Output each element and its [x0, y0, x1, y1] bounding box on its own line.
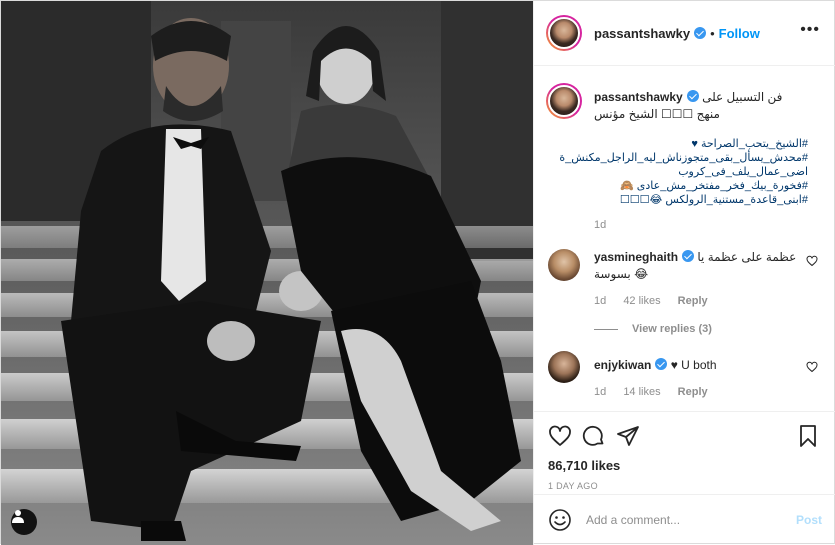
caption-avatar[interactable] [546, 83, 582, 119]
caption: passantshawky فن التسبيل على منهج ☐☐☐ ال… [546, 83, 820, 231]
comment-item: enjykiwan ♥ U both 1d 14 likes Reply [546, 349, 820, 398]
hashtag-line[interactable]: #الشيخ_يتحب_الصراحة ♥ [594, 137, 808, 151]
view-replies-label: View replies (3) [632, 323, 712, 335]
post-actions: 86,710 likes 1 DAY AGO [534, 411, 835, 491]
like-heart-icon[interactable] [548, 424, 572, 448]
person-icon [12, 510, 24, 523]
comment-likes[interactable]: 42 likes [623, 295, 660, 307]
view-replies-button[interactable]: View replies (3) [594, 323, 820, 335]
comment-username[interactable]: enjykiwan [594, 358, 651, 372]
comment-like-heart-icon[interactable] [806, 255, 818, 270]
paper-plane-icon[interactable] [616, 424, 640, 448]
comments-list[interactable]: passantshawky فن التسبيل على منهج ☐☐☐ ال… [534, 67, 835, 411]
comment-text: ♥ U both [670, 358, 717, 372]
comment-like-heart-icon[interactable] [806, 361, 818, 376]
post-timestamp[interactable]: 1 DAY AGO [548, 481, 820, 491]
reply-button[interactable]: Reply [678, 295, 708, 307]
header-separator: • [710, 25, 715, 41]
post-side-panel: passantshawky • Follow ••• passantshawky… [533, 1, 835, 545]
photo-illustration [1, 1, 533, 545]
add-comment-bar: Post [534, 494, 835, 545]
reply-button[interactable]: Reply [678, 386, 708, 398]
comment-input[interactable] [586, 513, 796, 527]
more-options-icon[interactable]: ••• [800, 22, 820, 38]
comment-username[interactable]: yasmineghaith [594, 250, 678, 264]
post-header: passantshawky • Follow ••• [534, 1, 835, 66]
post-comment-button[interactable]: Post [796, 513, 822, 527]
instagram-post: passantshawky • Follow ••• passantshawky… [0, 0, 835, 545]
user-tag-button[interactable] [11, 509, 37, 535]
caption-username[interactable]: passantshawky [594, 90, 683, 104]
commenter-avatar[interactable] [548, 249, 580, 281]
follow-button[interactable]: Follow [719, 26, 760, 41]
comment-item: yasmineghaith عظمة على عظمة يا بسوسة 😂 1… [546, 247, 820, 307]
verified-badge-icon [682, 250, 695, 262]
verified-badge-icon [686, 90, 699, 102]
comment-likes[interactable]: 14 likes [623, 386, 660, 398]
likes-count[interactable]: 86,710 likes [548, 458, 820, 473]
emoji-icon[interactable] [548, 508, 572, 532]
post-photo[interactable] [1, 1, 533, 545]
comment-time[interactable]: 1d [594, 295, 606, 307]
comment-time[interactable]: 1d [594, 386, 606, 398]
verified-badge-icon [694, 27, 707, 39]
verified-badge-icon [655, 358, 668, 370]
hashtag-line[interactable]: #محدش_يسأل_بقى_متجوزناش_ليه_الراجل_مكنش_… [559, 151, 808, 179]
hashtag-line[interactable]: #ابنى_قاعدة_مستنية_الرولكس 😂☐☐☐ [594, 193, 808, 207]
caption-time[interactable]: 1d [594, 219, 606, 231]
author-avatar[interactable] [546, 15, 582, 51]
bookmark-icon[interactable] [796, 424, 820, 448]
author-username[interactable]: passantshawky [594, 26, 690, 41]
comment-bubble-icon[interactable] [582, 424, 606, 448]
caption-hashtags: #الشيخ_يتحب_الصراحة ♥ #محدش_يسأل_بقى_متج… [559, 137, 808, 207]
commenter-avatar[interactable] [548, 351, 580, 383]
hashtag-line[interactable]: #فخورة_بيك_فخر_مفتخر_مش_عادى 🙈 [594, 179, 808, 193]
